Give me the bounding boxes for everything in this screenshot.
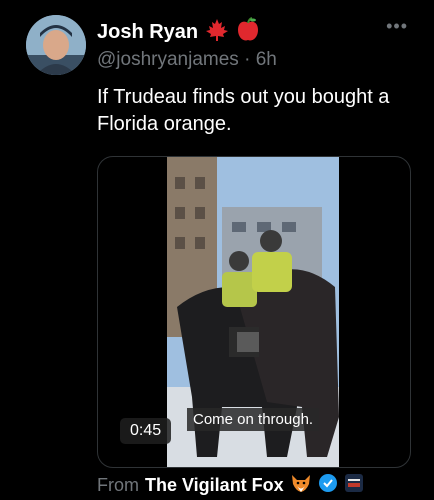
author-name-row: Josh Ryan <box>97 17 260 48</box>
more-options-icon[interactable]: ••• <box>386 16 408 37</box>
display-name[interactable]: Josh Ryan <box>97 21 198 44</box>
handle-row: @joshryanjames · 6h <box>97 49 277 71</box>
affiliate-badge-icon <box>344 473 364 498</box>
separator: · <box>244 49 251 70</box>
from-label: From <box>97 475 139 495</box>
handle[interactable]: @joshryanjames <box>97 49 239 70</box>
maple-leaf-icon <box>204 18 230 47</box>
timestamp[interactable]: 6h <box>256 49 277 70</box>
avatar[interactable] <box>26 15 86 75</box>
video-duration: 0:45 <box>120 418 172 444</box>
source-attribution: From The Vigilant Fox <box>97 472 364 499</box>
tweet-text: If Trudeau finds out you bought a Florid… <box>97 86 390 135</box>
apple-icon <box>236 17 260 48</box>
source-name-link[interactable]: The Vigilant Fox <box>145 475 284 496</box>
video-caption: Come on through. <box>187 408 320 431</box>
fox-emoji-icon <box>290 472 312 499</box>
verified-badge-icon <box>318 473 338 498</box>
